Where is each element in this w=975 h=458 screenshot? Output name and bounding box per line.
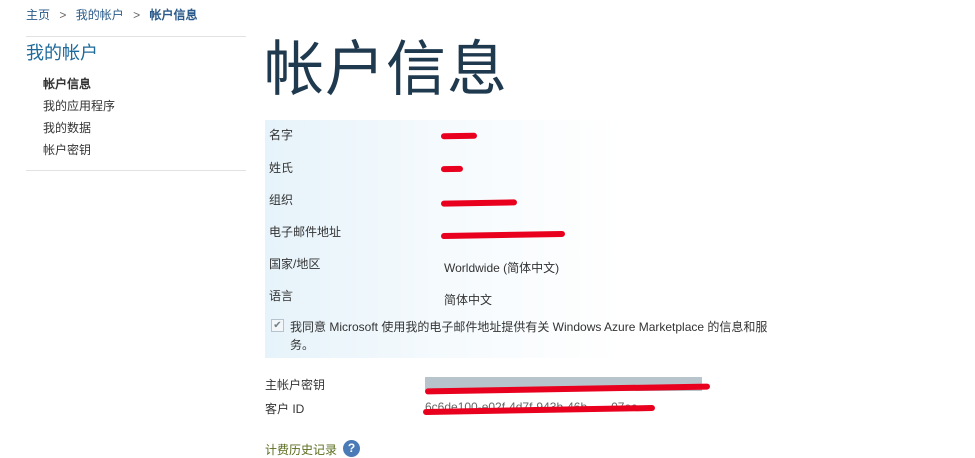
primary-key-row: 主帐户密钥 <box>265 376 725 395</box>
redaction-mark <box>440 230 566 240</box>
sidebar-item-account-keys[interactable]: 帐户密钥 <box>43 139 246 161</box>
checkmark-icon: ✔ <box>273 320 282 331</box>
page-title: 帐户信息 <box>264 36 508 103</box>
first-name-label: 名字 <box>269 128 294 142</box>
sidebar-item-account-info[interactable]: 帐户信息 <box>43 73 246 95</box>
country-value: Worldwide (简体中文) <box>444 261 560 275</box>
breadcrumb-my-account-link[interactable]: 我的帐户 <box>76 8 124 22</box>
redaction-mark <box>440 132 478 140</box>
customer-id-label: 客户 ID <box>265 402 305 416</box>
sidebar-item-my-applications[interactable]: 我的应用程序 <box>43 95 246 117</box>
language-value: 简体中文 <box>444 293 493 307</box>
organization-label: 组织 <box>269 193 294 207</box>
last-name-label: 姓氏 <box>269 161 294 175</box>
breadcrumb-current: 帐户信息 <box>149 8 198 22</box>
sidebar-title: 我的帐户 <box>26 43 98 63</box>
primary-key-label: 主帐户密钥 <box>265 378 326 392</box>
marketing-consent-checkbox[interactable]: ✔ <box>271 319 284 332</box>
breadcrumb-separator: > <box>59 8 67 22</box>
breadcrumb-separator: > <box>133 8 141 22</box>
account-info-panel: 名字 姓氏 组织 电子邮件地址 国家/地区 Worldwide (简体中文) 语… <box>265 120 775 358</box>
breadcrumb-home-link[interactable]: 主页 <box>26 8 50 22</box>
breadcrumb: 主页 > 我的帐户 > 帐户信息 <box>26 6 197 23</box>
redaction-mark <box>440 199 518 207</box>
redaction-mark <box>440 165 464 173</box>
sidebar-nav: 帐户信息 我的应用程序 我的数据 帐户密钥 <box>26 73 246 161</box>
sidebar-item-my-data[interactable]: 我的数据 <box>43 117 246 139</box>
sidebar: 我的帐户 帐户信息 我的应用程序 我的数据 帐户密钥 <box>26 36 246 171</box>
customer-id-row: 客户 ID 6c6de100-e02f-4d7f-943b-46b……07ec <box>265 400 725 418</box>
email-label: 电子邮件地址 <box>269 225 342 239</box>
sidebar-divider <box>26 36 246 37</box>
marketing-consent-label: 我同意 Microsoft 使用我的电子邮件地址提供有关 Windows Azu… <box>290 320 768 352</box>
sidebar-divider <box>26 170 246 171</box>
country-label: 国家/地区 <box>269 257 321 271</box>
language-label: 语言 <box>269 289 294 303</box>
help-icon[interactable]: ? <box>343 440 360 457</box>
billing-history-link[interactable]: 计费历史记录 <box>265 441 337 458</box>
